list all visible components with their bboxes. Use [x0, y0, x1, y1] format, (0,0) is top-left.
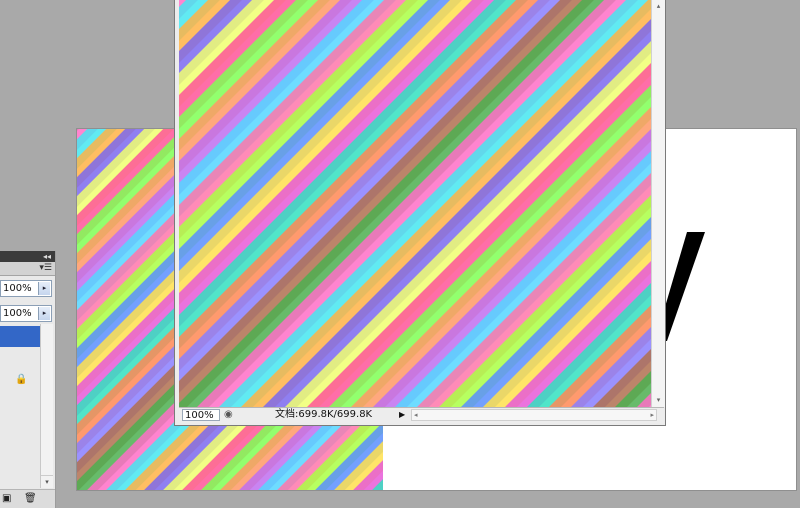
document-size-info: 文档:699.8K/699.8K: [275, 409, 373, 420]
fill-field[interactable]: 100% ▸: [0, 305, 52, 322]
scroll-right-icon[interactable]: ▸: [650, 410, 654, 420]
layers-scrollbar[interactable]: ▾: [40, 324, 53, 488]
foreground-stripes: [179, 0, 651, 407]
opacity-value: 100%: [3, 283, 32, 294]
scroll-down-icon[interactable]: ▾: [652, 394, 665, 407]
status-bar: 100% ◉ 文档:699.8K/699.8K ▶ ◂ ▸: [179, 407, 664, 423]
trash-icon[interactable]: 🗑: [24, 493, 37, 504]
status-menu-icon[interactable]: ◉: [224, 408, 233, 422]
scroll-left-icon[interactable]: ◂: [414, 410, 418, 420]
stripe-artwork: [179, 0, 651, 407]
scroll-down-icon[interactable]: ▾: [41, 475, 53, 488]
panel-title-bar: ◂◂: [0, 251, 55, 262]
lock-icon[interactable]: 🔒: [15, 374, 27, 385]
layers-panel: ◂◂ ▾☰ 100% ▸ 100% ▸ 🔒 ▾ ▣ 🗑: [0, 251, 56, 508]
zoom-field[interactable]: 100%: [182, 409, 220, 421]
panel-menu-icon[interactable]: ▾☰: [39, 263, 52, 274]
new-layer-icon[interactable]: ▣: [2, 493, 11, 504]
collapse-icon[interactable]: ◂◂: [43, 251, 51, 262]
horizontal-scrollbar[interactable]: ◂ ▸: [411, 409, 657, 421]
fill-arrow-icon[interactable]: ▸: [38, 307, 50, 320]
scroll-up-icon[interactable]: ▴: [652, 0, 665, 13]
panel-tab-bar: ▾☰: [0, 262, 55, 276]
opacity-field[interactable]: 100% ▸: [0, 280, 52, 297]
document-canvas[interactable]: [179, 0, 651, 407]
selected-layer-row[interactable]: [0, 326, 40, 347]
panel-footer: ▣ 🗑: [0, 489, 55, 508]
play-icon[interactable]: ▶: [399, 408, 405, 422]
opacity-arrow-icon[interactable]: ▸: [38, 282, 50, 295]
fill-value: 100%: [3, 308, 32, 319]
document-window: ▴ ▾ 100% ◉ 文档:699.8K/699.8K ▶ ◂ ▸: [174, 0, 666, 426]
vertical-scrollbar[interactable]: ▴ ▾: [651, 0, 665, 407]
